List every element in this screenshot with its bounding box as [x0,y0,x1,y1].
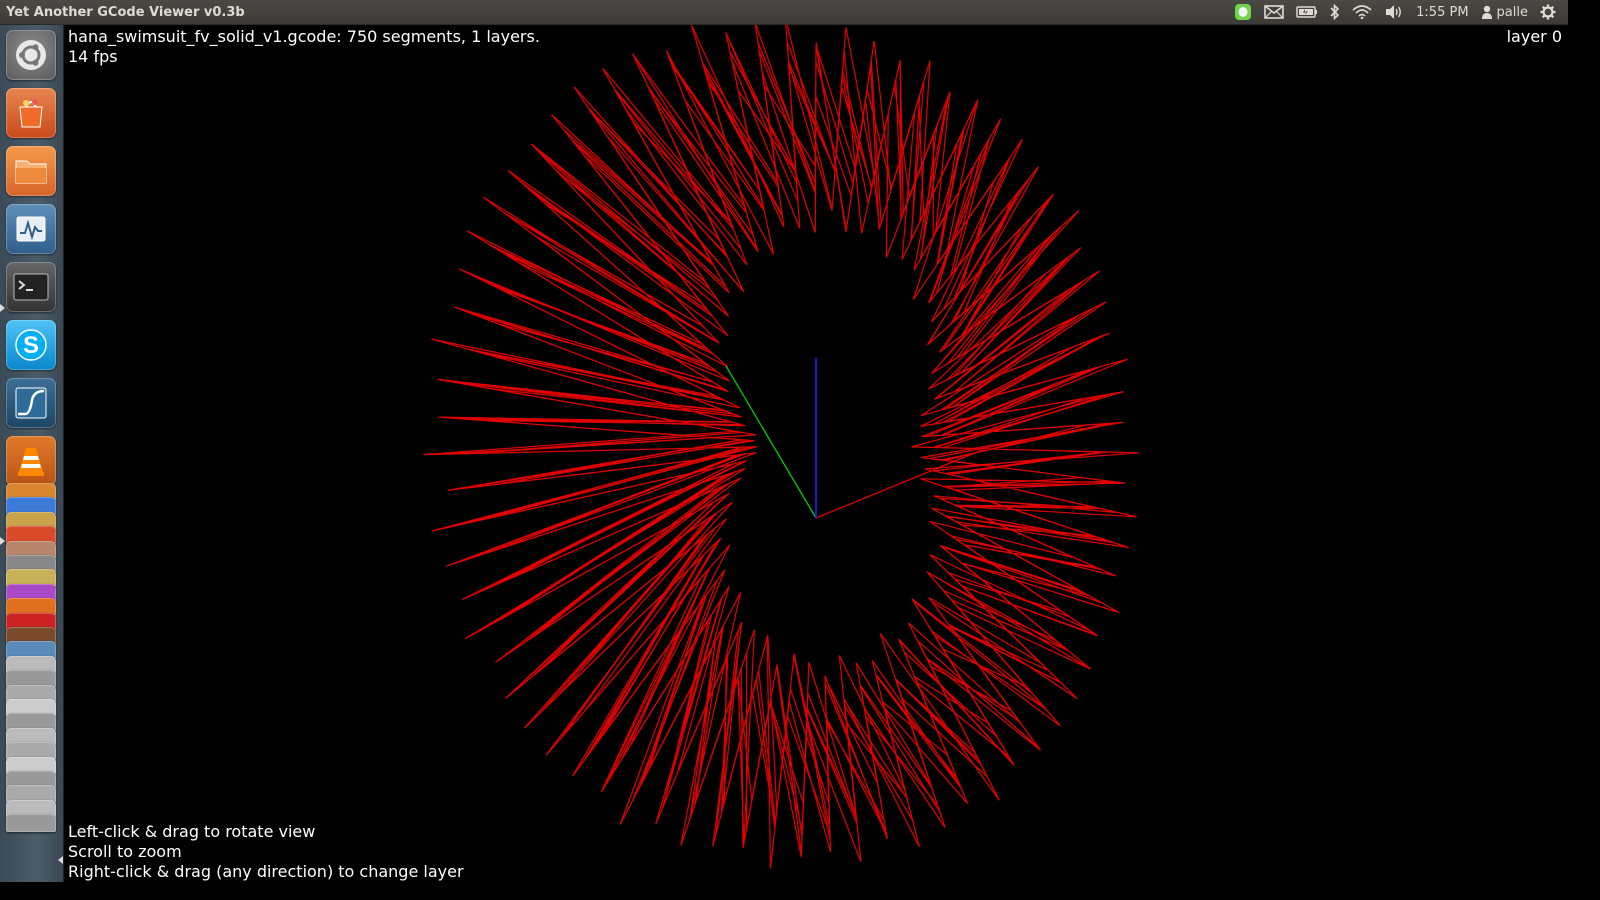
launcher-stacked-icon[interactable] [6,814,56,833]
bluetooth-icon[interactable] [1324,0,1346,24]
x-axis [815,449,983,519]
clock[interactable]: 1:55 PM [1410,0,1474,24]
gcode-render [423,25,1139,869]
clock-label: 1:55 PM [1416,4,1469,20]
layer-indicator: layer 0 [1506,27,1562,46]
user-icon [1481,5,1492,19]
wifi-icon[interactable] [1346,0,1378,24]
battery-icon[interactable] [1290,0,1324,24]
volume-icon[interactable] [1378,0,1410,24]
wireshark-icon[interactable] [6,378,56,428]
gcode-viewport[interactable]: hana_swimsuit_fv_solid_v1.gcode: 750 seg… [64,25,1568,882]
running-indicator [0,304,5,312]
evernote-icon[interactable] [1228,0,1258,24]
running-indicator [0,537,5,545]
indicator-tray: 1:55 PM palle [1228,0,1568,24]
top-panel: Yet Another GCode Viewer v0.3b 1:55 PM p… [0,0,1568,25]
focus-indicator [58,856,63,864]
gcode-toolpath [423,25,1139,869]
user-menu[interactable]: palle [1475,0,1534,24]
files-icon[interactable] [6,146,56,196]
skype-icon[interactable]: S [6,320,56,370]
ubuntu-dash-icon[interactable] [6,30,56,80]
help-layer: Right-click & drag (any direction) to ch… [68,862,464,881]
terminal-icon[interactable] [6,262,56,312]
system-monitor-icon[interactable] [6,204,56,254]
launcher: S [0,25,64,882]
software-center-icon[interactable] [6,88,56,138]
help-zoom: Scroll to zoom [68,842,182,861]
file-info: hana_swimsuit_fv_solid_v1.gcode: 750 seg… [68,27,540,46]
fps-counter: 14 fps [68,47,118,66]
mail-icon[interactable] [1258,0,1290,24]
vlc-icon[interactable] [6,436,56,486]
user-name: palle [1496,4,1528,20]
help-rotate: Left-click & drag to rotate view [68,822,316,841]
app-title: Yet Another GCode Viewer v0.3b [6,4,245,20]
gear-icon[interactable] [1534,0,1562,24]
svg-text:S: S [23,332,39,359]
